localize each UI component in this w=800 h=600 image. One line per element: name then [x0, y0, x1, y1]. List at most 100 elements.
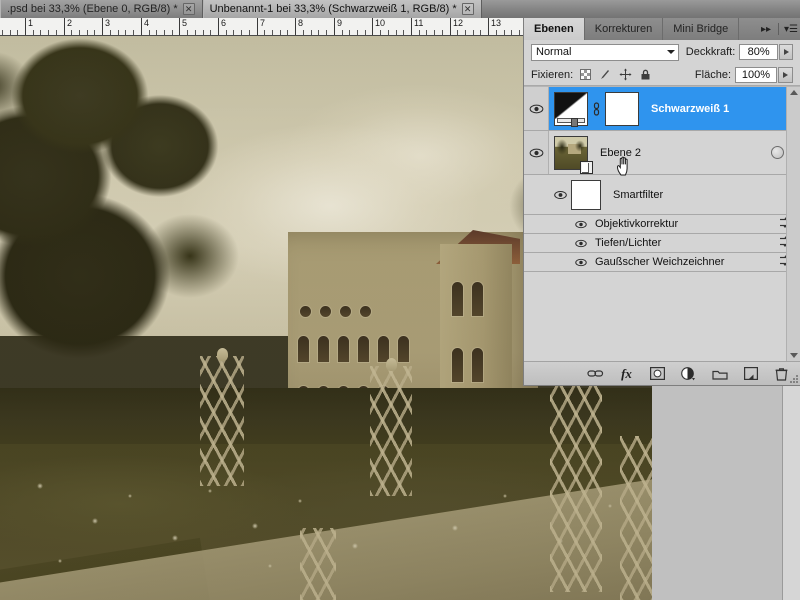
tab-korrekturen[interactable]: Korrekturen	[585, 18, 664, 40]
ruler-minor-tick	[272, 30, 273, 35]
ruler-minor-tick	[465, 30, 466, 35]
window	[378, 336, 389, 362]
smart-object-badge-icon	[580, 160, 593, 174]
ruler-major-tick	[218, 18, 219, 35]
layer-style-fx-icon[interactable]: fx	[618, 365, 635, 382]
blend-mode-select[interactable]: Normal	[531, 43, 679, 61]
adjustment-thumbnail[interactable]	[554, 91, 588, 127]
ruler-minor-tick	[380, 30, 381, 35]
smartfilter-visibility-toggle[interactable]	[549, 190, 571, 200]
opacity-input[interactable]: 80%	[739, 44, 779, 60]
smart-filter-indicator-icon[interactable]	[771, 146, 784, 159]
ruler-minor-tick	[419, 30, 420, 35]
ruler-minor-tick	[40, 30, 41, 35]
fill-input[interactable]: 100%	[735, 66, 777, 83]
fill-stepper[interactable]	[778, 66, 793, 83]
ruler-major-tick	[64, 18, 65, 35]
ruler-minor-tick	[17, 30, 18, 35]
ruler-minor-tick	[504, 30, 505, 35]
checker-swatch	[580, 69, 592, 80]
filter-row-tiefen-lichter[interactable]: Tiefen/Lichter	[524, 234, 800, 253]
tab-korrekturen-label: Korrekturen	[594, 23, 653, 35]
document-tab-1[interactable]: .psd bei 33,3% (Ebene 0, RGB/8) * ✕	[0, 0, 203, 18]
opacity-stepper[interactable]	[779, 44, 794, 60]
tab-ebenen[interactable]: Ebenen	[524, 18, 585, 40]
layer-mask-thumbnail[interactable]	[605, 91, 639, 126]
ruler-minor-tick	[311, 30, 312, 35]
layer-row-schwarzweiss-1[interactable]: Schwarzweiß 1	[524, 87, 800, 131]
ruler-tick-label: 6	[221, 18, 227, 28]
layer-visibility-toggle[interactable]	[524, 87, 549, 130]
window	[452, 348, 463, 382]
lock-all-icon[interactable]	[638, 67, 653, 82]
ruler-minor-tick	[519, 30, 520, 35]
ruler-minor-tick	[133, 30, 134, 35]
ruler-minor-tick	[426, 30, 427, 35]
horizontal-ruler[interactable]: 1 2 3 4 5 6 7 8 9 10 11 12 13	[0, 18, 523, 36]
new-layer-icon[interactable]	[742, 365, 759, 382]
layer-list-scrollbar[interactable]	[786, 87, 800, 361]
lock-image-icon[interactable]	[598, 67, 613, 82]
close-icon[interactable]: ✕	[461, 3, 474, 15]
divider	[778, 23, 779, 35]
smartfilter-mask-thumbnail[interactable]	[571, 179, 601, 210]
chevron-down-icon[interactable]	[666, 50, 675, 54]
rose-trellis	[620, 436, 652, 600]
delete-layer-icon[interactable]	[773, 365, 790, 382]
black-white-gradient	[555, 92, 587, 119]
tab-bar-filler	[482, 0, 800, 18]
ruler-minor-tick	[264, 30, 265, 35]
panel-tab-spacer	[739, 18, 757, 40]
ruler-major-tick	[25, 18, 26, 35]
ruler-minor-tick	[303, 30, 304, 35]
layer-row-ebene-2[interactable]: Ebene 2	[524, 131, 800, 175]
ruler-tick-label: 7	[260, 18, 266, 28]
eye-icon	[529, 148, 543, 157]
filter-visibility-toggle[interactable]	[571, 258, 591, 267]
ruler-tick-label: 10	[375, 18, 386, 28]
lock-position-icon[interactable]	[618, 67, 633, 82]
window	[340, 306, 351, 317]
new-group-icon[interactable]	[711, 365, 728, 382]
link-mask-icon[interactable]	[592, 101, 601, 116]
ruler-minor-tick	[233, 30, 234, 35]
window	[300, 306, 311, 317]
ruler-minor-tick	[511, 30, 512, 35]
filter-visibility-toggle[interactable]	[571, 220, 591, 229]
layer-visibility-toggle[interactable]	[524, 131, 549, 174]
new-adjustment-layer-icon[interactable]	[680, 365, 697, 382]
blend-mode-row: Normal Deckkraft: 80%	[524, 40, 800, 64]
ruler-tick-label: 1	[28, 18, 34, 28]
ruler-minor-tick	[110, 30, 111, 35]
filter-row-objektivkorrektur[interactable]: Objektivkorrektur	[524, 215, 800, 234]
document-tab-2[interactable]: Unbenannt-1 bei 33,3% (Schwarzweiß 1, RG…	[202, 0, 482, 18]
tab-mini-bridge[interactable]: Mini Bridge	[663, 18, 740, 40]
tab-ebenen-label: Ebenen	[534, 23, 574, 35]
close-icon[interactable]: ✕	[182, 3, 195, 15]
panel-menu-icon[interactable]: ▾☰	[782, 18, 800, 40]
panel-resize-grip[interactable]	[789, 374, 799, 384]
ruler-minor-tick	[2, 30, 3, 35]
add-layer-mask-icon[interactable]	[649, 365, 666, 382]
caret-right-icon	[783, 71, 788, 78]
eye-icon	[553, 190, 567, 199]
window	[358, 336, 369, 362]
scroll-up-icon[interactable]	[789, 90, 798, 95]
layer-thumbnail[interactable]	[554, 135, 593, 174]
rose-trellis	[370, 366, 412, 496]
window-row-round	[300, 306, 371, 317]
smartfilter-row[interactable]: Smartfilter	[524, 175, 800, 215]
tower-window-row-2	[452, 348, 483, 382]
filter-visibility-toggle[interactable]	[571, 239, 591, 248]
ruler-minor-tick	[164, 30, 165, 35]
window	[452, 282, 463, 316]
lock-label: Fixieren:	[531, 68, 574, 81]
collapse-panel-icon[interactable]: ▸▸	[757, 18, 775, 40]
lock-transparency-icon[interactable]	[578, 67, 593, 82]
ruler-minor-tick	[280, 30, 281, 35]
layer-list[interactable]: Schwarzweiß 1 Ebene 2 Smartfilter Objekt…	[524, 86, 800, 361]
scroll-down-icon[interactable]	[789, 353, 798, 358]
ruler-minor-tick	[71, 30, 72, 35]
filter-row-gaussscher-weichzeichner[interactable]: Gaußscher Weichzeichner	[524, 253, 800, 272]
link-layers-icon[interactable]	[587, 365, 604, 382]
